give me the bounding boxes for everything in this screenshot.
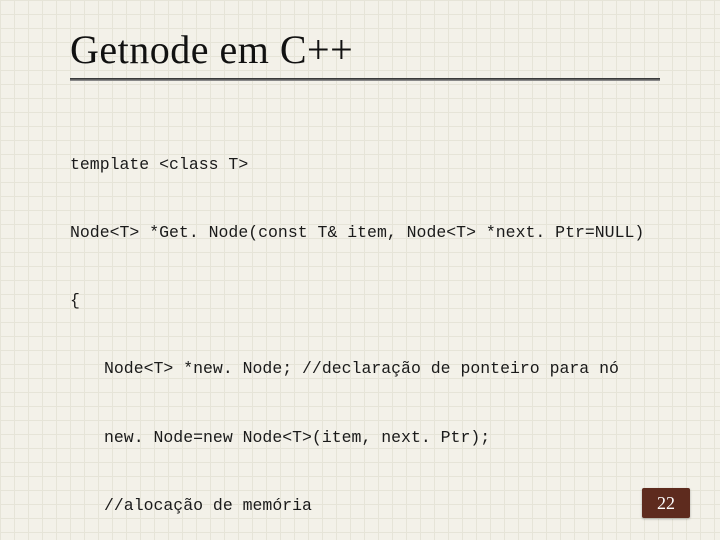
code-line: { (70, 290, 680, 313)
page-number-badge: 22 (642, 488, 690, 518)
code-line: template <class T> (70, 154, 680, 177)
slide-title: Getnode em C++ (70, 26, 353, 73)
slide: Getnode em C++ template <class T> Node<T… (0, 0, 720, 540)
code-line: new. Node=new Node<T>(item, next. Ptr); (70, 427, 680, 450)
code-line: //alocação de memória (70, 495, 680, 518)
code-line: Node<T> *Get. Node(const T& item, Node<T… (70, 222, 680, 245)
code-block: template <class T> Node<T> *Get. Node(co… (70, 108, 680, 540)
code-line: Node<T> *new. Node; //declaração de pont… (70, 358, 680, 381)
title-underline (70, 78, 660, 81)
